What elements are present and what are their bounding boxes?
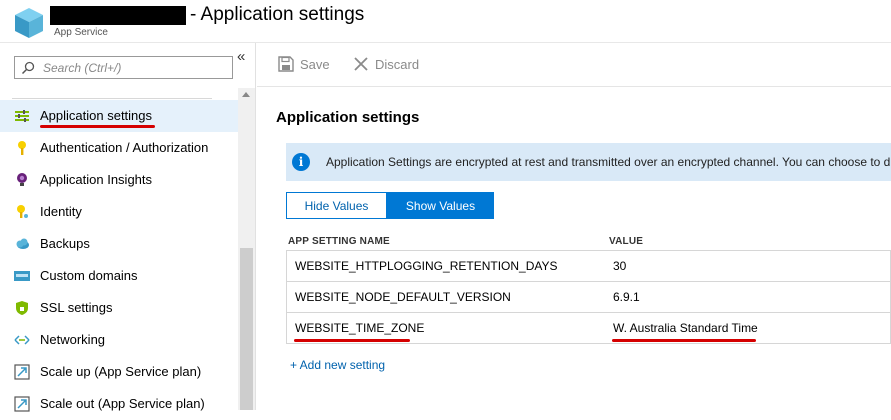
scroll-up-arrow-icon[interactable]	[242, 92, 250, 97]
discard-x-icon	[354, 57, 368, 71]
setting-name[interactable]: WEBSITE_NODE_DEFAULT_VERSION	[295, 290, 511, 304]
sidebar-item-label: Application Insights	[40, 172, 153, 187]
add-new-setting-link[interactable]: + Add new setting	[290, 358, 385, 372]
hide-values-button[interactable]: Hide Values	[286, 192, 387, 219]
scroll-thumb[interactable]	[240, 248, 253, 410]
info-icon: i	[292, 153, 310, 171]
command-bar: Save Discard	[257, 43, 891, 87]
scale-up-icon	[14, 364, 30, 380]
highlight-underline	[294, 339, 410, 342]
sidebar-item-label: Authentication / Authorization	[40, 140, 209, 155]
sidebar-item-label: Identity	[40, 204, 82, 219]
sidebar-item-authentication[interactable]: Authentication / Authorization	[0, 132, 238, 164]
shield-icon	[16, 301, 28, 315]
settings-sliders-icon	[15, 110, 29, 122]
main-content: Save Discard Application settings i Appl…	[257, 43, 891, 410]
show-values-button[interactable]: Show Values	[387, 192, 494, 219]
search-box[interactable]	[14, 56, 233, 79]
page-title: - Application settings	[190, 4, 365, 25]
lightbulb-purple-icon	[17, 173, 27, 186]
info-text: Application Settings are encrypted at re…	[326, 155, 891, 169]
www-icon	[14, 271, 30, 281]
sidebar-item-networking[interactable]: Networking	[0, 324, 238, 356]
blade-header: - Application settings App Service	[0, 0, 891, 43]
section-title: Application settings	[276, 109, 420, 126]
table-row[interactable]: WEBSITE_HTTPLOGGING_RETENTION_DAYS 30	[286, 250, 891, 282]
values-toggle: Hide Values Show Values	[286, 192, 494, 219]
setting-value[interactable]: 6.9.1	[613, 290, 640, 304]
highlight-underline	[612, 339, 756, 342]
search-input[interactable]	[43, 60, 228, 76]
column-header-value: VALUE	[609, 236, 644, 247]
sidebar-item-label: SSL settings	[40, 300, 113, 315]
key-yellow-icon	[17, 205, 28, 218]
discard-label: Discard	[375, 56, 420, 72]
cloud-icon	[16, 238, 29, 249]
sidebar-item-backups[interactable]: Backups	[0, 228, 238, 260]
sidebar-item-label: Application settings	[40, 108, 153, 123]
sidebar-item-scale-out[interactable]: Scale out (App Service plan)	[0, 388, 238, 420]
sidebar-item-label: Scale up (App Service plan)	[40, 364, 202, 379]
sidebar-item-custom-domains[interactable]: Custom domains	[0, 260, 238, 292]
highlight-underline	[40, 125, 155, 128]
setting-name[interactable]: WEBSITE_TIME_ZONE	[295, 321, 424, 335]
sidebar-divider	[12, 98, 212, 99]
sidebar-item-identity[interactable]: Identity	[0, 196, 238, 228]
key-icon	[18, 141, 26, 155]
sidebar-item-label: Networking	[40, 332, 106, 347]
sidebar-item-label: Scale out (App Service plan)	[40, 396, 205, 411]
save-label: Save	[300, 56, 330, 72]
discard-button[interactable]: Discard	[353, 56, 419, 72]
sidebar-nav: Application settings Authentication / Au…	[0, 100, 238, 420]
setting-value[interactable]: W. Australia Standard Time	[613, 321, 758, 335]
table-row[interactable]: WEBSITE_NODE_DEFAULT_VERSION 6.9.1	[286, 281, 891, 313]
sidebar-item-scale-up[interactable]: Scale up (App Service plan)	[0, 356, 238, 388]
column-header-name: APP SETTING NAME	[288, 236, 390, 247]
app-service-cube-icon	[15, 8, 43, 38]
sidebar-item-application-insights[interactable]: Application Insights	[0, 164, 238, 196]
search-icon	[21, 61, 35, 75]
sidebar-item-label: Custom domains	[40, 268, 138, 283]
sidebar-item-label: Backups	[40, 236, 90, 251]
redacted-app-name	[50, 6, 186, 25]
network-icon	[14, 335, 30, 345]
sidebar: « Application settings Authentication / …	[0, 43, 256, 412]
setting-value[interactable]: 30	[613, 259, 626, 273]
collapse-sidebar-button[interactable]: «	[237, 48, 245, 65]
sidebar-scrollbar[interactable]	[238, 88, 255, 410]
sidebar-item-application-settings[interactable]: Application settings	[0, 100, 238, 132]
info-banner: i Application Settings are encrypted at …	[286, 143, 891, 181]
page-subtitle: App Service	[54, 27, 108, 38]
setting-name[interactable]: WEBSITE_HTTPLOGGING_RETENTION_DAYS	[295, 259, 558, 273]
sidebar-item-ssl-settings[interactable]: SSL settings	[0, 292, 238, 324]
table-row[interactable]: WEBSITE_TIME_ZONE W. Australia Standard …	[286, 312, 891, 344]
save-icon	[278, 56, 294, 72]
save-button[interactable]: Save	[278, 56, 330, 72]
